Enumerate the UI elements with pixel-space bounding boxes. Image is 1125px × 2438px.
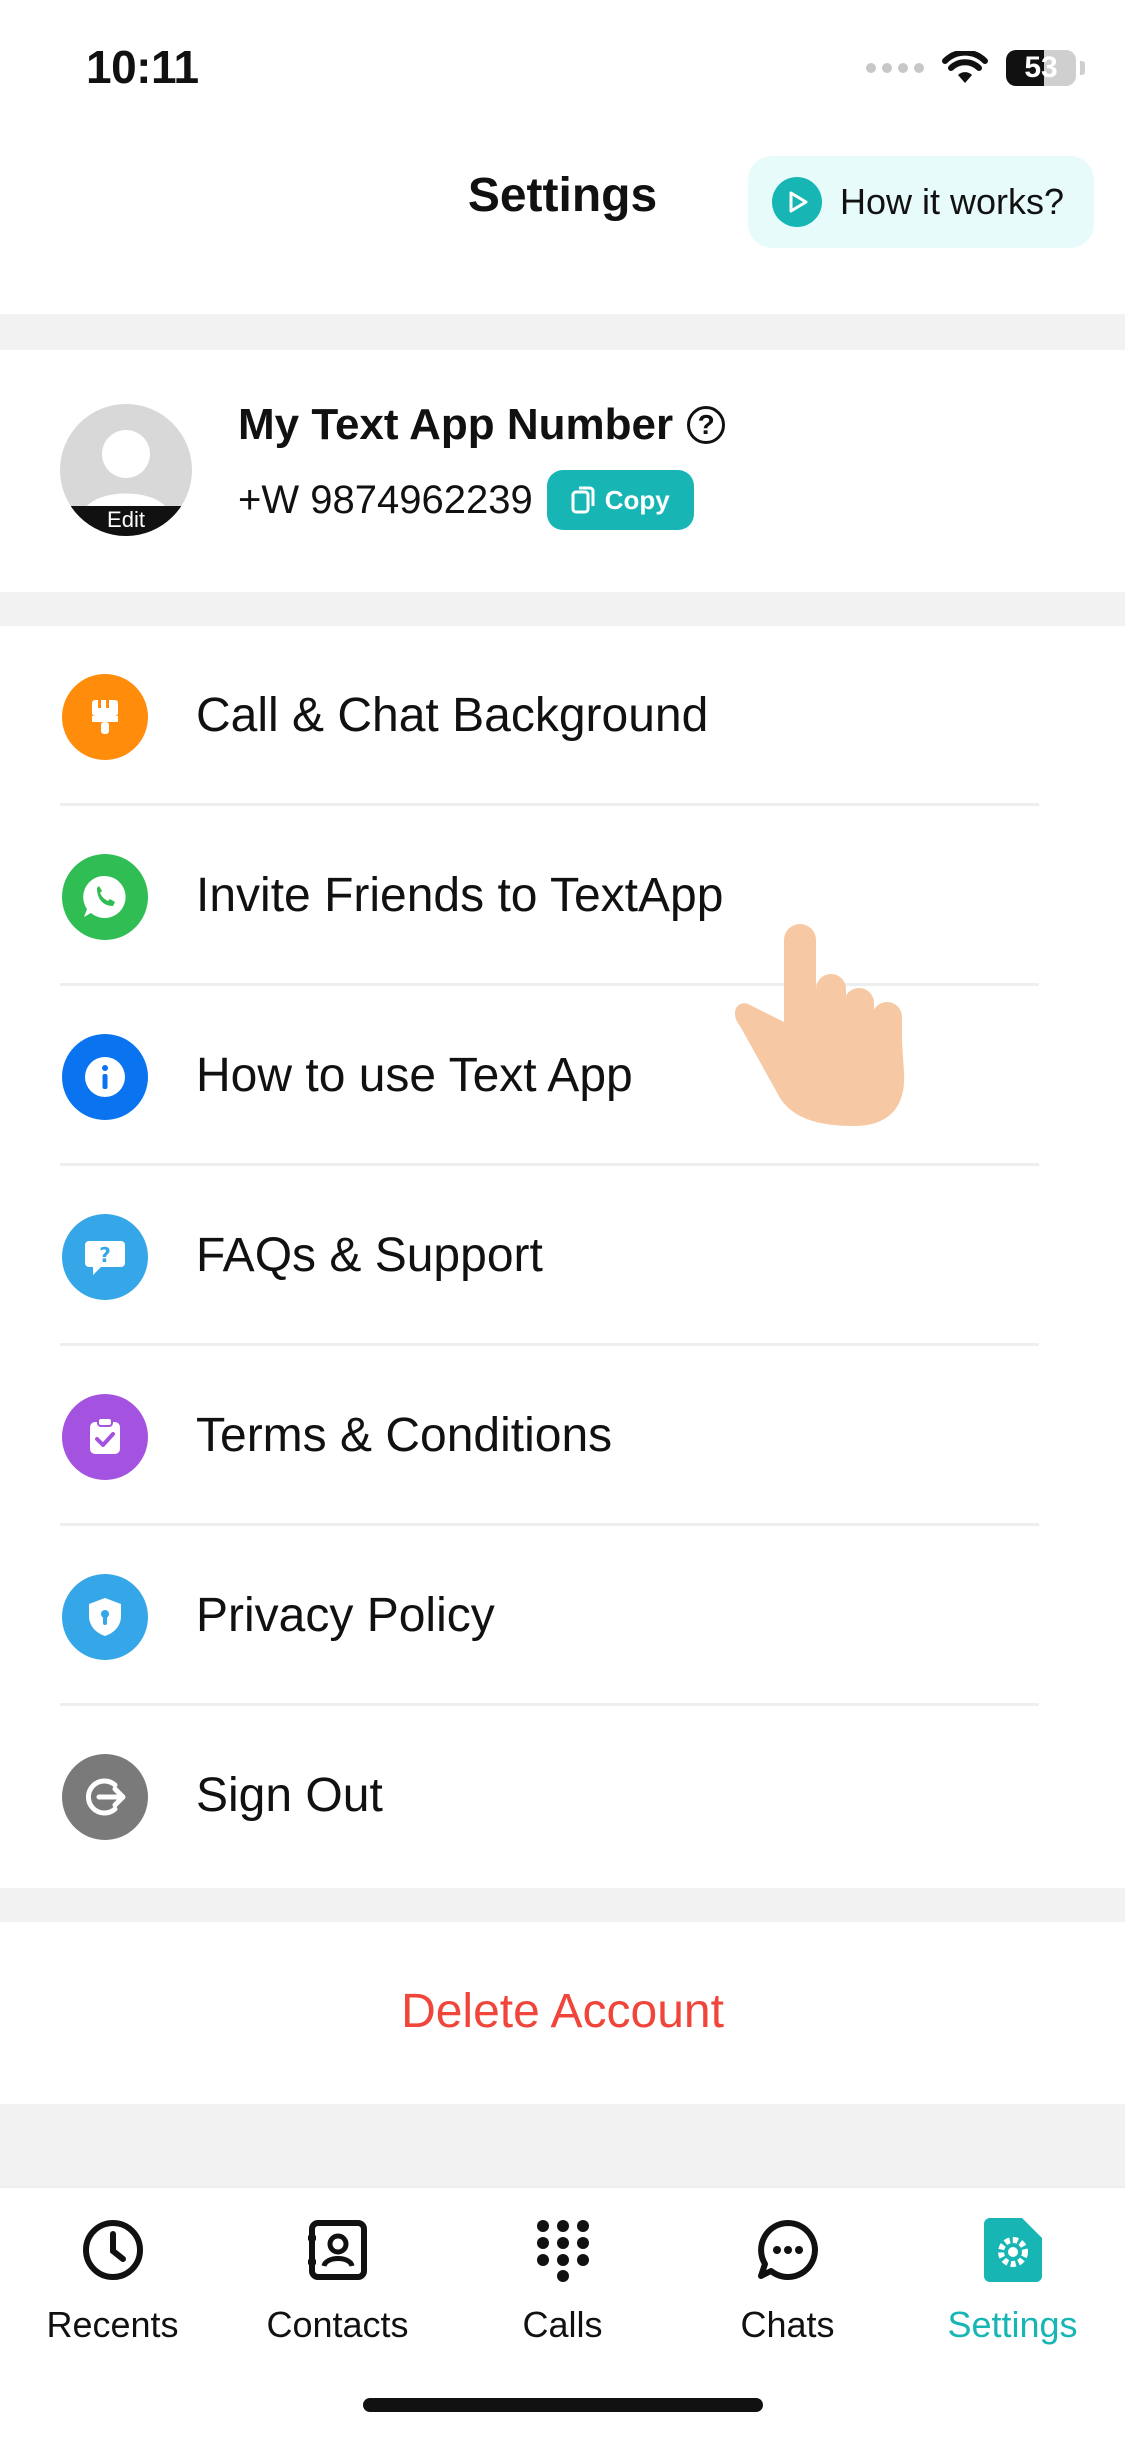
chat-bubble-icon: [675, 2210, 900, 2290]
contact-card-icon: [225, 2210, 450, 2290]
status-time: 10:11: [86, 41, 199, 93]
tab-settings[interactable]: Settings: [900, 2210, 1125, 2346]
tab-chats[interactable]: Chats: [675, 2210, 900, 2346]
wifi-icon: [942, 51, 988, 83]
question-chat-icon: ?: [62, 1214, 148, 1300]
settings-menu: Call & Chat Background Invite Friends to…: [0, 626, 1125, 1886]
section-divider: [0, 2104, 1125, 2186]
status-icons: 53: [866, 46, 1085, 90]
delete-account-button[interactable]: Delete Account: [0, 1984, 1125, 2039]
avatar[interactable]: Edit: [60, 404, 192, 536]
number-title: My Text App Number: [238, 400, 674, 449]
info-icon: [62, 1034, 148, 1120]
phone-number-row: +W 9874962239 Copy: [238, 470, 694, 530]
menu-item-sign-out[interactable]: Sign Out: [0, 1706, 1125, 1886]
battery-icon: 53: [1006, 50, 1076, 86]
menu-item-privacy[interactable]: Privacy Policy: [0, 1526, 1125, 1706]
menu-label: Privacy Policy: [196, 1589, 495, 1642]
tab-contacts[interactable]: Contacts: [225, 2210, 450, 2346]
paintbrush-icon: [62, 674, 148, 760]
section-divider: [0, 1888, 1125, 1922]
battery-level: 53: [1024, 51, 1058, 84]
how-it-works-label: How it works?: [840, 181, 1065, 222]
avatar-edit-label[interactable]: Edit: [60, 506, 192, 536]
section-divider: [0, 592, 1125, 626]
menu-item-call-chat-background[interactable]: Call & Chat Background: [0, 626, 1125, 806]
play-icon: [772, 177, 822, 227]
phone-number: +W 9874962239: [238, 477, 533, 522]
tab-label: Recents: [46, 2304, 179, 2345]
home-indicator[interactable]: [363, 2398, 763, 2412]
tab-label: Chats: [740, 2304, 835, 2345]
menu-label: Terms & Conditions: [196, 1409, 613, 1462]
tab-label: Contacts: [266, 2304, 409, 2345]
how-it-works-button[interactable]: How it works?: [748, 156, 1094, 248]
tab-recents[interactable]: Recents: [0, 2210, 225, 2346]
menu-item-how-to-use[interactable]: How to use Text App: [0, 986, 1125, 1166]
menu-label: Invite Friends to TextApp: [196, 869, 724, 922]
dialpad-icon: [450, 2210, 675, 2290]
section-divider: [0, 314, 1125, 350]
menu-item-invite-friends[interactable]: Invite Friends to TextApp: [0, 806, 1125, 986]
shield-icon: [62, 1574, 148, 1660]
sign-out-icon: [62, 1754, 148, 1840]
menu-item-faqs-support[interactable]: ? FAQs & Support: [0, 1166, 1125, 1346]
cellular-signal-icon: [866, 63, 924, 73]
help-icon[interactable]: ?: [687, 406, 726, 444]
menu-label: Call & Chat Background: [196, 689, 709, 742]
copy-button[interactable]: Copy: [546, 470, 694, 530]
menu-label: FAQs & Support: [196, 1229, 543, 1282]
hand-pointer-icon: [734, 922, 914, 1133]
copy-icon: [571, 486, 595, 514]
clock-icon: [0, 2210, 225, 2290]
tab-label: Calls: [522, 2304, 603, 2345]
tab-calls[interactable]: Calls: [450, 2210, 675, 2346]
clipboard-check-icon: [62, 1394, 148, 1480]
settings-icon: [900, 2210, 1125, 2290]
tab-label: Settings: [947, 2304, 1078, 2345]
profile-title: My Text App Number ?: [238, 400, 726, 450]
svg-text:?: ?: [99, 1243, 111, 1267]
copy-label: Copy: [604, 484, 670, 515]
menu-label: Sign Out: [196, 1769, 383, 1822]
menu-label: How to use Text App: [196, 1049, 633, 1102]
menu-item-terms[interactable]: Terms & Conditions: [0, 1346, 1125, 1526]
whatsapp-icon: [62, 854, 148, 940]
